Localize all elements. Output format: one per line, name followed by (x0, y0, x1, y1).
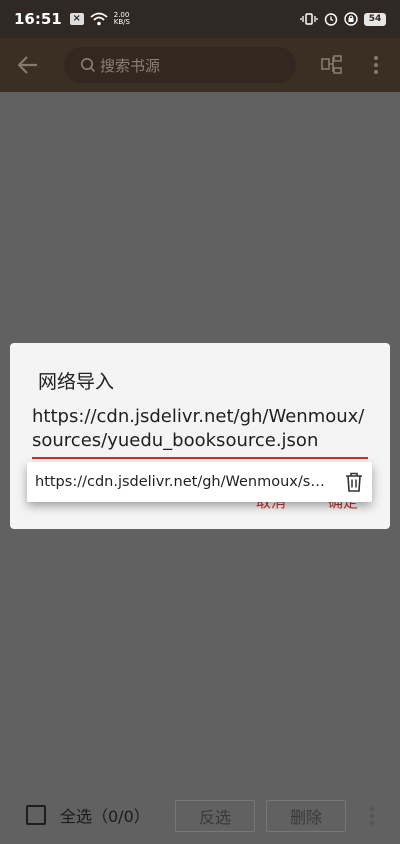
status-bar: 16:51 × 2.00 KB/S 54 (0, 0, 400, 38)
screen: 16:51 × 2.00 KB/S 54 搜索书源 网络导入 https://c… (0, 0, 400, 844)
url-suggestion-item[interactable]: https://cdn.jsdelivr.net/gh/Wenmoux/sour… (27, 462, 372, 502)
status-time: 16:51 (14, 10, 62, 28)
bottom-bar: 全选（0/0） 反选 删除 (0, 786, 400, 844)
alarm-icon (324, 13, 338, 26)
trash-icon (346, 472, 362, 492)
delete-button[interactable]: 删除 (266, 800, 346, 832)
battery-icon: 54 (364, 12, 386, 26)
search-input[interactable]: 搜索书源 (64, 47, 296, 83)
invert-selection-button[interactable]: 反选 (175, 800, 255, 832)
arrow-left-icon (18, 56, 37, 74)
dialog-title: 网络导入 (38, 371, 115, 393)
input-underline (32, 457, 368, 459)
select-all-checkbox[interactable] (26, 805, 46, 825)
back-button[interactable] (0, 38, 56, 92)
more-vert-icon (370, 807, 374, 825)
speed-unit: KB/S (113, 18, 130, 26)
select-all-label[interactable]: 全选（0/0） (60, 803, 150, 827)
group-icon (321, 55, 342, 74)
suggestion-text: https://cdn.jsdelivr.net/gh/Wenmoux/sour… (35, 474, 333, 490)
search-placeholder: 搜索书源 (100, 56, 161, 75)
vibrate-icon (300, 13, 318, 25)
network-speed: 2.00 KB/S (114, 12, 130, 26)
search-icon (81, 58, 96, 73)
status-right-icons: 54 (300, 12, 386, 26)
toolbar: 搜索书源 (0, 38, 400, 92)
url-input[interactable]: https://cdn.jsdelivr.net/gh/Wenmoux/sour… (32, 405, 372, 453)
notification-icon: × (69, 13, 84, 25)
group-button[interactable] (310, 38, 354, 92)
more-button[interactable] (354, 38, 398, 92)
status-left-icons: × 2.00 KB/S (69, 12, 130, 26)
delete-suggestion-button[interactable] (339, 472, 369, 492)
lock-rotation-icon (344, 12, 358, 26)
more-vert-icon (374, 56, 378, 74)
bottom-more-button[interactable] (362, 800, 382, 832)
wifi-icon (90, 12, 108, 26)
